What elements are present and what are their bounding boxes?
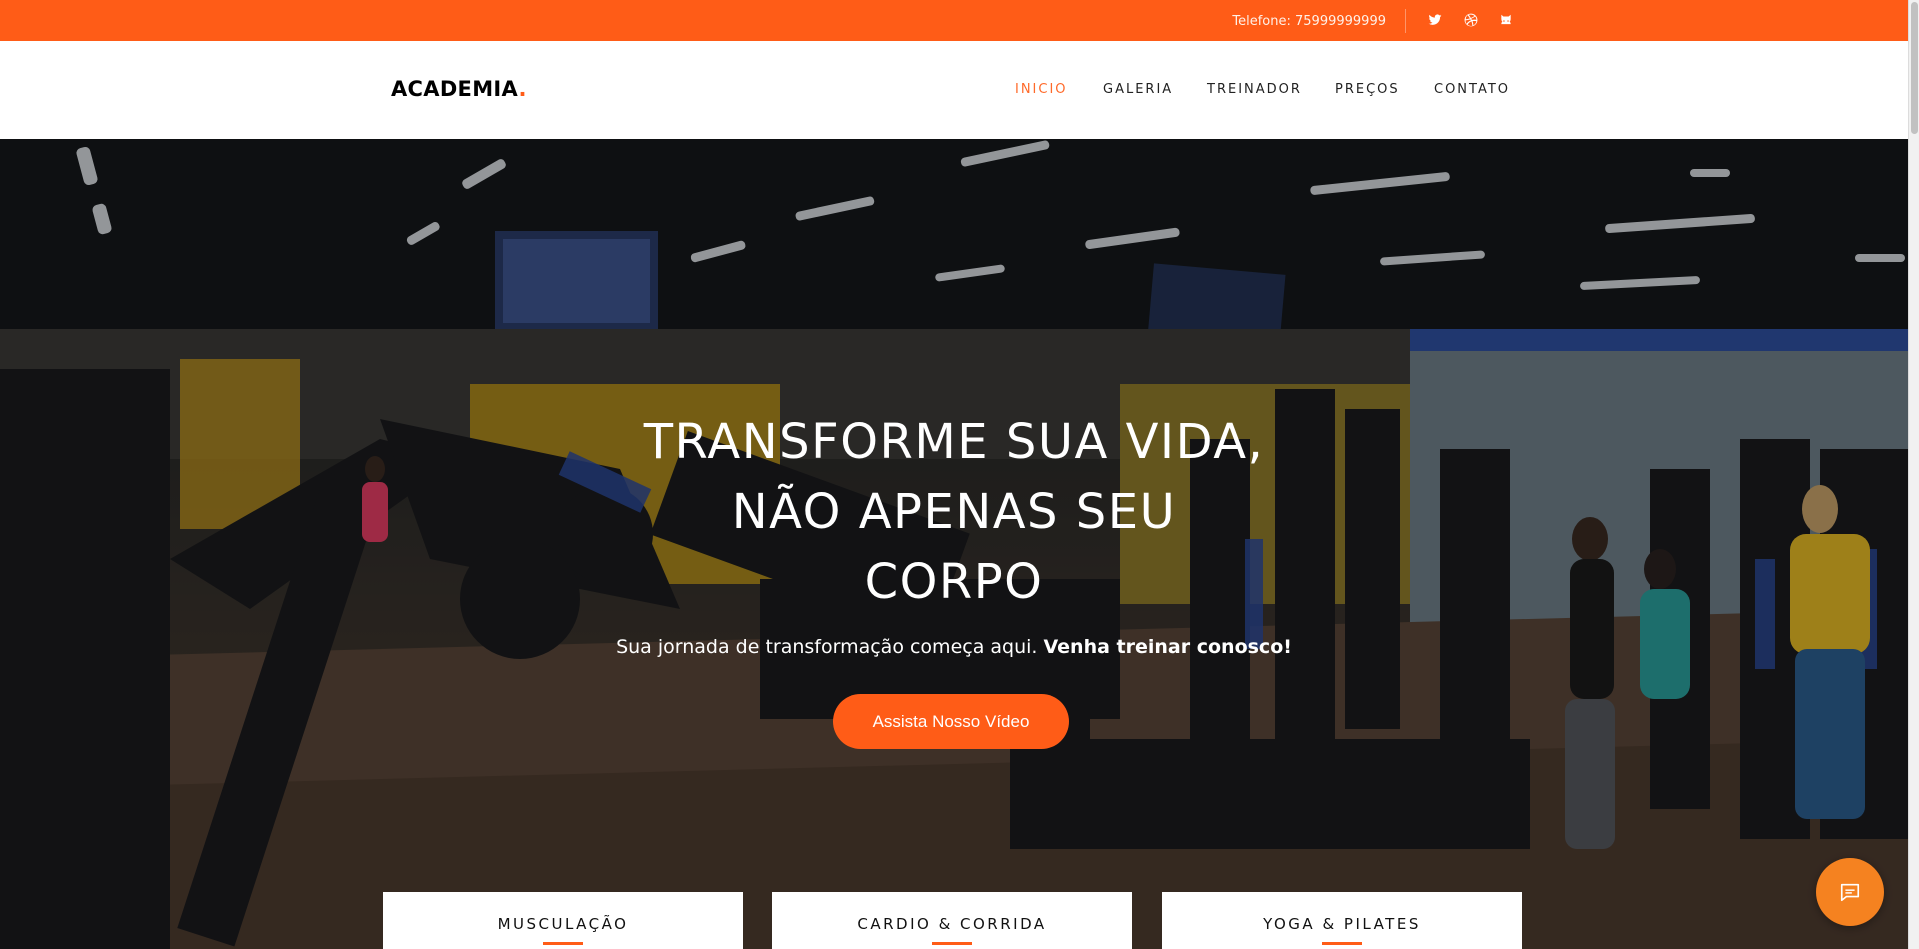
service-card-musculacao[interactable]: MUSCULAÇÃO — [383, 892, 743, 949]
hero-subtitle-bold: Venha treinar conosco! — [1043, 636, 1292, 658]
hero-title-line-1: TRANSFORME SUA VIDA, — [643, 414, 1265, 470]
chat-button[interactable] — [1816, 858, 1884, 926]
service-card-label: CARDIO & CORRIDA — [857, 915, 1047, 933]
hero-section: TRANSFORME SUA VIDA, NÃO APENAS SEU CORP… — [0, 139, 1908, 949]
service-card-label: YOGA & PILATES — [1263, 915, 1421, 933]
nav-item-inicio[interactable]: INICIO — [1015, 82, 1068, 97]
github-icon[interactable] — [1498, 12, 1514, 28]
twitter-icon[interactable] — [1427, 12, 1443, 28]
nav-item-contato[interactable]: CONTATO — [1434, 82, 1510, 97]
hero-title-line-2: NÃO APENAS SEU — [731, 484, 1177, 540]
topbar-divider — [1405, 9, 1406, 33]
nav-item-galeria[interactable]: GALERIA — [1103, 82, 1173, 97]
service-card-label: MUSCULAÇÃO — [497, 915, 629, 933]
service-card-underline — [1322, 942, 1362, 945]
top-contact-bar: Telefone: 75999999999 — [0, 0, 1908, 41]
chat-icon — [1840, 883, 1860, 902]
scrollbar-thumb[interactable] — [1911, 2, 1918, 134]
site-header: ACADEMIA. INICIO GALERIA TREINADOR PREÇO… — [0, 41, 1908, 139]
nav-item-precos[interactable]: PREÇOS — [1335, 82, 1400, 97]
service-card-underline — [543, 942, 583, 945]
watch-video-button[interactable]: Assista Nosso Vídeo — [833, 694, 1069, 749]
phone-number: Telefone: 75999999999 — [1232, 14, 1386, 29]
page-scrollbar[interactable] — [1908, 0, 1919, 949]
nav-item-treinador[interactable]: TREINADOR — [1207, 82, 1302, 97]
dribbble-icon[interactable] — [1463, 12, 1479, 28]
hero-title: TRANSFORME SUA VIDA, NÃO APENAS SEU CORP… — [454, 407, 1454, 617]
service-card-cardio[interactable]: CARDIO & CORRIDA — [772, 892, 1132, 949]
site-logo[interactable]: ACADEMIA. — [391, 77, 527, 101]
hero-subtitle: Sua jornada de transformação começa aqui… — [616, 636, 1292, 658]
hero-title-line-3: CORPO — [864, 554, 1044, 610]
service-card-underline — [932, 942, 972, 945]
service-card-yoga[interactable]: YOGA & PILATES — [1162, 892, 1522, 949]
